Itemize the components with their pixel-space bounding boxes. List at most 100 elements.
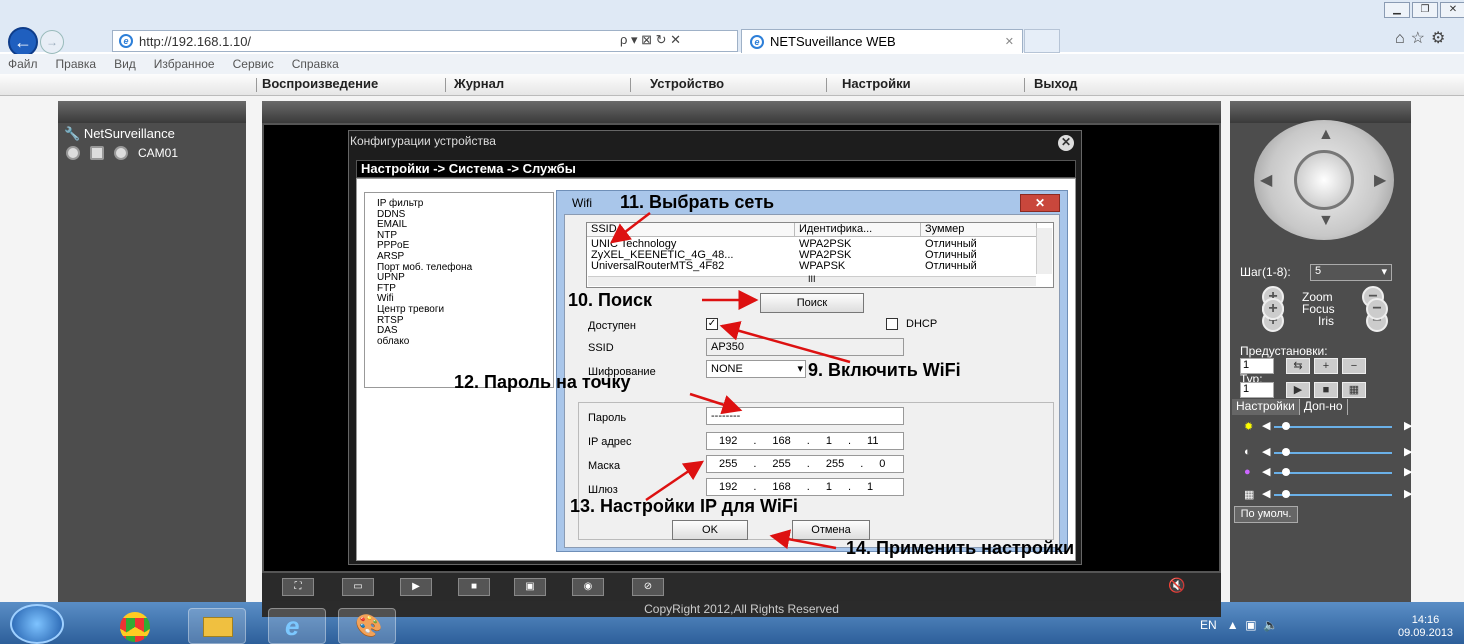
slider-left-icon[interactable]: ◀ bbox=[1262, 419, 1270, 432]
list-item[interactable]: Центр тревоги bbox=[377, 304, 553, 316]
ok-button[interactable]: OK bbox=[672, 520, 748, 540]
gw-octet[interactable]: 168 bbox=[772, 481, 790, 493]
hue-slider[interactable]: ▦ ◀ ▶ bbox=[1244, 488, 1414, 502]
nav-exit[interactable]: Выход bbox=[1034, 76, 1077, 91]
ip-octet[interactable]: 11 bbox=[867, 435, 878, 447]
camera-label[interactable]: CAM01 bbox=[138, 146, 178, 160]
gw-octet[interactable]: 192 bbox=[719, 481, 737, 493]
restore-icon[interactable]: ❐ bbox=[1412, 2, 1438, 18]
password-field[interactable]: -------- bbox=[706, 407, 904, 425]
volume-icon[interactable]: 🔈 bbox=[1263, 618, 1278, 632]
services-list[interactable]: IP фильтр DDNS EMAIL NTP PPPoE ARSP Порт… bbox=[364, 192, 554, 388]
encryption-select[interactable]: NONE ▾ bbox=[706, 360, 806, 378]
slider-track[interactable] bbox=[1274, 426, 1392, 428]
wifi-close-icon[interactable]: ✕ bbox=[1020, 194, 1060, 212]
slider-knob[interactable] bbox=[1282, 448, 1290, 456]
ip-octet[interactable]: 168 bbox=[772, 435, 790, 447]
available-checkbox[interactable]: ✓ bbox=[706, 318, 718, 330]
nav-playback[interactable]: Воспроизведение bbox=[262, 76, 378, 91]
slider-knob[interactable] bbox=[1282, 490, 1290, 498]
speaker-mute-icon[interactable]: 🔇 bbox=[1168, 577, 1185, 594]
record-stop-icon[interactable]: ■ bbox=[458, 578, 490, 596]
slider-left-icon[interactable]: ◀ bbox=[1262, 487, 1270, 500]
mask-field[interactable]: 255. 255. 255. 0 bbox=[706, 455, 904, 473]
preset-goto-icon[interactable]: ⇆ bbox=[1286, 358, 1310, 374]
mask-octet[interactable]: 0 bbox=[879, 458, 885, 470]
focus-out-circle[interactable]: − bbox=[1366, 298, 1388, 320]
tour-stop-icon[interactable]: ■ bbox=[1314, 382, 1338, 398]
list-item[interactable]: RTSP bbox=[377, 315, 553, 327]
mask-octet[interactable]: 255 bbox=[772, 458, 790, 470]
table-row[interactable]: UniversalRouterMTS_4F82 WPAPSK Отличный bbox=[587, 261, 1037, 272]
minimize-icon[interactable]: ▁ bbox=[1384, 2, 1410, 18]
tab-close-icon[interactable]: ✕ bbox=[1005, 35, 1014, 48]
snapshot-icon[interactable]: ▣ bbox=[514, 578, 546, 596]
paint-taskbar-icon[interactable]: 🎨 bbox=[338, 608, 396, 644]
slider-left-icon[interactable]: ◀ bbox=[1262, 465, 1270, 478]
slider-track[interactable] bbox=[1274, 452, 1392, 454]
slider-track[interactable] bbox=[1274, 472, 1392, 474]
camera-row[interactable]: CAM01 bbox=[66, 146, 178, 160]
ptz-up-icon[interactable]: ▲ bbox=[1318, 126, 1334, 144]
menu-edit[interactable]: Правка bbox=[56, 57, 97, 71]
open-all-icon[interactable]: ◉ bbox=[572, 578, 604, 596]
gw-octet[interactable]: 1 bbox=[867, 481, 873, 493]
chrome-taskbar-icon[interactable] bbox=[108, 608, 166, 644]
preset-add-icon[interactable]: + bbox=[1314, 358, 1338, 374]
new-tab-button[interactable] bbox=[1024, 29, 1060, 53]
col-signal[interactable]: Зуммер bbox=[921, 223, 1037, 237]
list-item[interactable]: ARSP bbox=[377, 251, 553, 263]
address-controls[interactable]: ρ ▾ ⊠ ↻ ✕ bbox=[620, 32, 681, 48]
slider-track[interactable] bbox=[1274, 494, 1392, 496]
list-item[interactable]: EMAIL bbox=[377, 220, 553, 231]
back-icon[interactable]: ← bbox=[8, 27, 38, 57]
record-start-icon[interactable]: ▶ bbox=[400, 578, 432, 596]
forward-icon[interactable]: → bbox=[40, 30, 64, 54]
slider-knob[interactable] bbox=[1282, 422, 1290, 430]
horizontal-scrollbar[interactable]: III bbox=[588, 274, 1036, 286]
list-item[interactable]: FTP bbox=[377, 283, 553, 295]
ssid-field[interactable]: AP350 bbox=[706, 338, 904, 356]
col-auth[interactable]: Идентифика... bbox=[795, 223, 921, 237]
single-view-icon[interactable]: ▭ bbox=[342, 578, 374, 596]
menu-tools[interactable]: Сервис bbox=[233, 57, 274, 71]
ptz-right-icon[interactable]: ▶ bbox=[1374, 170, 1386, 190]
ip-octet[interactable]: 192 bbox=[719, 435, 737, 447]
nav-settings[interactable]: Настройки bbox=[842, 76, 911, 91]
menu-favorites[interactable]: Избранное bbox=[154, 57, 215, 71]
language-indicator[interactable]: EN bbox=[1200, 618, 1217, 632]
scroll-grip[interactable]: III bbox=[808, 274, 816, 284]
saturation-slider[interactable]: ● ◀ ▶ bbox=[1244, 466, 1414, 480]
slider-right-icon[interactable]: ▶ bbox=[1404, 487, 1412, 500]
contrast-slider[interactable]: ◐ ◀ ▶ bbox=[1244, 446, 1414, 460]
close-all-icon[interactable]: ⊘ bbox=[632, 578, 664, 596]
nav-device[interactable]: Устройство bbox=[650, 76, 724, 91]
slider-knob[interactable] bbox=[1282, 468, 1290, 476]
brightness-slider[interactable]: ✹ ◀ ▶ bbox=[1244, 420, 1414, 434]
browser-tab[interactable]: e NETSuveillance WEB ✕ bbox=[741, 29, 1023, 53]
fullscreen-icon[interactable]: ⛶ bbox=[282, 578, 314, 596]
home-favorites-settings-icons[interactable]: ⌂☆⚙ bbox=[1395, 28, 1451, 48]
search-button[interactable]: Поиск bbox=[760, 293, 864, 313]
ptz-center[interactable] bbox=[1294, 150, 1354, 210]
tour-input[interactable]: 1 bbox=[1240, 382, 1274, 398]
ptz-left-icon[interactable]: ◀ bbox=[1260, 170, 1272, 190]
mask-octet[interactable]: 255 bbox=[826, 458, 844, 470]
network-icon[interactable]: ▣ bbox=[1245, 618, 1256, 632]
close-window-icon[interactable]: ✕ bbox=[1440, 2, 1464, 18]
gw-octet[interactable]: 1 bbox=[826, 481, 832, 493]
nav-log[interactable]: Журнал bbox=[454, 76, 504, 91]
step-select[interactable]: 5 ▾ bbox=[1310, 264, 1392, 281]
list-item[interactable]: UPNP bbox=[377, 273, 553, 284]
dhcp-checkbox[interactable] bbox=[886, 318, 898, 330]
record-icon[interactable] bbox=[66, 146, 80, 160]
ptz-down-icon[interactable]: ▼ bbox=[1318, 212, 1334, 230]
default-button[interactable]: По умолч. bbox=[1234, 506, 1298, 523]
explorer-taskbar-icon[interactable] bbox=[188, 608, 246, 644]
slider-right-icon[interactable]: ▶ bbox=[1404, 465, 1412, 478]
ip-octet[interactable]: 1 bbox=[826, 435, 832, 447]
menu-file[interactable]: Файл bbox=[8, 57, 38, 71]
mask-octet[interactable]: 255 bbox=[719, 458, 737, 470]
list-item[interactable]: облако bbox=[377, 336, 553, 348]
list-item[interactable]: IP фильтр bbox=[377, 198, 553, 210]
